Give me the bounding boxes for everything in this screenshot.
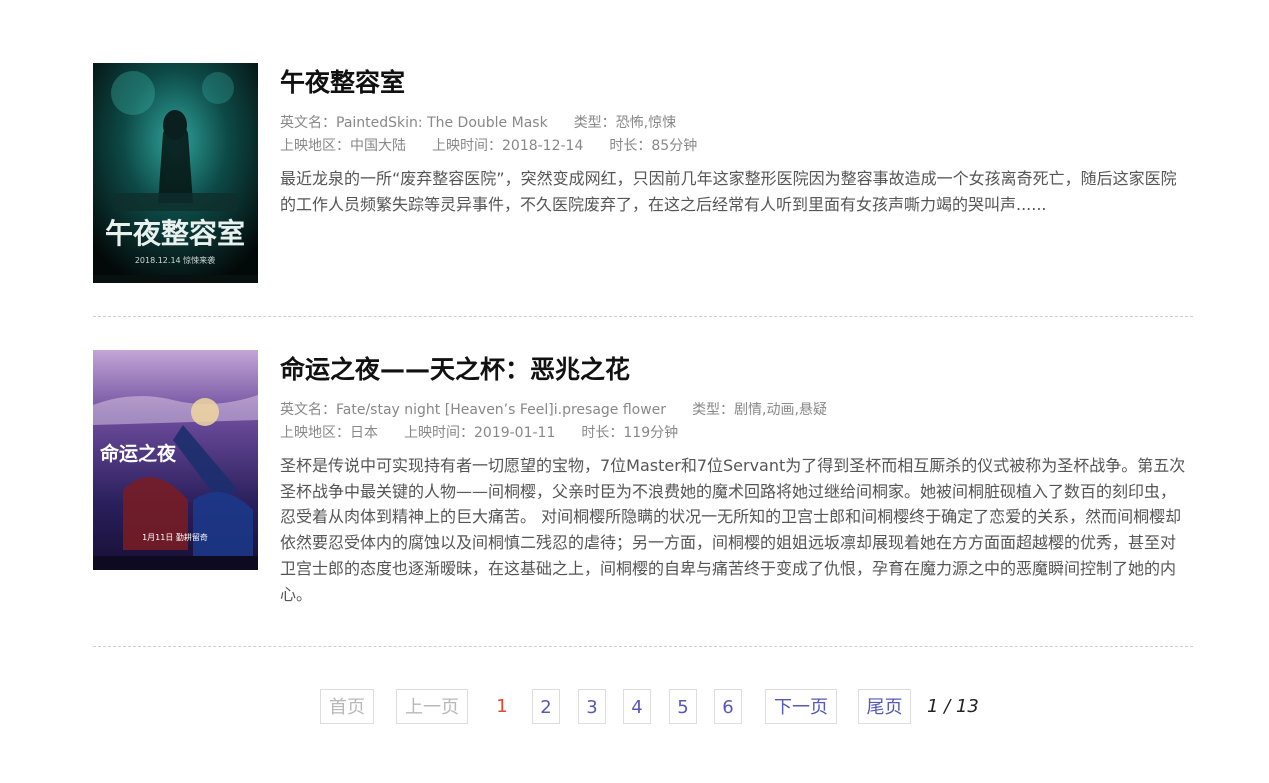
poster-date-text: 2018.12.14 惊悚来袭 <box>135 255 215 265</box>
movie-list-page: 午夜整容室 2018.12.14 惊悚来袭 午夜整容室 英文名：PaintedS… <box>0 0 1269 783</box>
divider <box>93 646 1193 647</box>
next-page-button[interactable]: 下一页 <box>765 689 837 724</box>
poster-image-midnight: 午夜整容室 2018.12.14 惊悚来袭 <box>93 63 258 283</box>
duration-label: 时长： <box>609 138 652 154</box>
movie-description: 圣杯是传说中可实现持有者一切愿望的宝物，7位Master和7位Servant为了… <box>280 456 1186 604</box>
movie-item: 午夜整容室 2018.12.14 惊悚来袭 午夜整容室 英文名：PaintedS… <box>93 63 1193 293</box>
movie-meta-row-1: 英文名：PaintedSkin: The Double Mask 类型：恐怖,惊悚 <box>280 112 1190 135</box>
page-button-4[interactable]: 4 <box>623 689 651 724</box>
first-page-button[interactable]: 首页 <box>320 689 374 724</box>
movie-item: 命运之夜 1月11日 勤耕留奇 命运之夜——天之杯：恶兆之花 英文名：Fate/… <box>93 350 1193 620</box>
movie-poster[interactable]: 午夜整容室 2018.12.14 惊悚来袭 <box>93 63 258 283</box>
genre-label: 类型： <box>573 115 616 131</box>
release-date-value: 2018-12-14 <box>502 138 584 154</box>
poster-image-fate: 命运之夜 1月11日 勤耕留奇 <box>93 350 258 570</box>
movie-description: 最近龙泉的一所“废弃整容医院”，突然变成网红，只因前几年这家整形医院因为整容事故… <box>280 169 1177 214</box>
region-value: 中国大陆 <box>350 138 406 154</box>
page-button-2[interactable]: 2 <box>532 689 560 724</box>
page-count: 1 / 13 <box>927 696 979 717</box>
poster-title-text: 命运之夜 <box>100 442 177 465</box>
prev-page-button[interactable]: 上一页 <box>396 689 468 724</box>
movie-info: 命运之夜——天之杯：恶兆之花 英文名：Fate/stay night [Heav… <box>280 350 1190 607</box>
en-name-value: PaintedSkin: The Double Mask <box>336 115 548 131</box>
page-button-6[interactable]: 6 <box>714 689 742 724</box>
region-label: 上映地区： <box>280 425 350 441</box>
divider <box>93 316 1193 317</box>
duration-value: 119分钟 <box>623 425 679 441</box>
movie-title[interactable]: 午夜整容室 <box>280 63 1190 103</box>
duration-value: 85分钟 <box>651 138 698 154</box>
genre-label: 类型： <box>692 402 735 418</box>
genre-value: 恐怖,惊悚 <box>615 115 677 131</box>
poster-title-text: 午夜整容室 <box>105 217 245 250</box>
movie-title[interactable]: 命运之夜——天之杯：恶兆之花 <box>280 350 1190 390</box>
last-page-button[interactable]: 尾页 <box>858 689 911 724</box>
region-label: 上映地区： <box>280 138 350 154</box>
page-button-3[interactable]: 3 <box>578 689 606 724</box>
movie-poster[interactable]: 命运之夜 1月11日 勤耕留奇 <box>93 350 258 570</box>
poster-date-text: 1月11日 勤耕留奇 <box>142 532 208 542</box>
region-value: 日本 <box>350 425 378 441</box>
pagination: 首页 上一页 1 2 3 4 5 6 下一页 尾页 1 / 13 <box>0 689 1269 727</box>
movie-meta-row-1: 英文名：Fate/stay night [Heaven’s Feel]i.pre… <box>280 399 1190 422</box>
movie-info: 午夜整容室 英文名：PaintedSkin: The Double Mask 类型… <box>280 63 1190 217</box>
en-name-label: 英文名： <box>280 402 336 418</box>
en-name-label: 英文名： <box>280 115 336 131</box>
release-date-label: 上映时间： <box>432 138 502 154</box>
movie-meta-row-2: 上映地区：日本 上映时间：2019-01-11 时长：119分钟 <box>280 422 1190 445</box>
current-page: 1 <box>496 696 508 717</box>
release-date-label: 上映时间： <box>404 425 474 441</box>
release-date-value: 2019-01-11 <box>474 425 556 441</box>
page-button-5[interactable]: 5 <box>669 689 697 724</box>
movie-meta-row-2: 上映地区：中国大陆 上映时间：2018-12-14 时长：85分钟 <box>280 135 1190 158</box>
genre-value: 剧情,动画,悬疑 <box>734 402 827 418</box>
duration-label: 时长： <box>581 425 624 441</box>
en-name-value: Fate/stay night [Heaven’s Feel]i.presage… <box>336 402 667 418</box>
